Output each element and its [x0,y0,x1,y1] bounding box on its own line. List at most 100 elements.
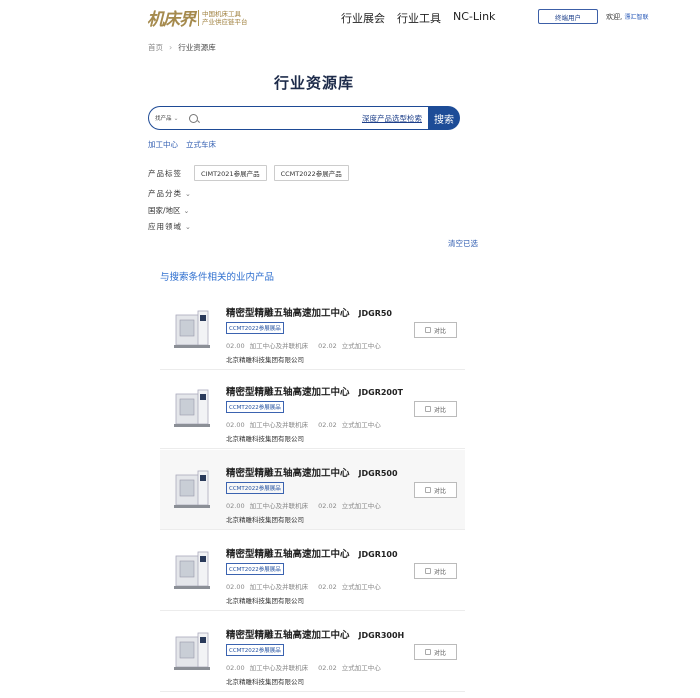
exhibit-badge: CCMT2022参展展品 [226,644,284,656]
product-image[interactable] [170,384,218,432]
chevron-down-icon: ⌄ [173,114,179,122]
product-name[interactable]: 精密型精雕五轴高速加工中心 JDGR500 [226,465,398,479]
filter-label: 应用领域 [148,222,182,231]
product-item[interactable]: 精密型精雕五轴高速加工中心 JDGR50 CCMT2022参展展品 02.00 加工… [160,290,465,370]
chevron-down-icon: ⌄ [183,206,191,215]
terminal-user-button[interactable]: 终端用户 [538,9,598,24]
product-item[interactable]: 精密型精雕五轴高速加工中心 JDGR300H CCMT2022参展展品 02.00… [160,612,465,692]
logo-line2: 产业供应链平台 [202,17,248,26]
product-image[interactable] [170,305,218,353]
compare-button[interactable]: 对比 [414,644,457,660]
site-logo[interactable]: 机床界 中国机床工具 产业供应链平台 [147,5,248,30]
product-name[interactable]: 精密型精雕五轴高速加工中心 JDGR50 [226,305,392,319]
company-name[interactable]: 北京精雕科技集团有限公司 [226,514,304,524]
compare-button[interactable]: 对比 [414,563,457,579]
logo-line1: 中国机床工具 [202,9,241,18]
compare-label: 对比 [433,327,446,335]
logo-text: 中国机床工具 产业供应链平台 [202,10,248,26]
compare-label: 对比 [433,487,446,495]
filter-product-category[interactable]: 产品分类 ⌄ [148,188,192,199]
product-image[interactable] [170,546,218,594]
nav-item-tools[interactable]: 行业工具 [397,10,441,26]
category-name: 加工中心及并联机床 [249,421,309,429]
checkbox-icon [424,487,431,493]
search-category-label: 找产品 [155,116,172,122]
product-categories: 02.00 加工中心及并联机床 02.02 立式加工中心 [226,419,386,429]
search-button[interactable]: 搜索 [428,106,460,130]
category-name: 加工中心及并联机床 [249,583,309,591]
company-name[interactable]: 北京精雕科技集团有限公司 [226,354,304,364]
product-title: 精密型精雕五轴高速加工中心 [226,468,350,479]
logo-divider [198,9,199,26]
main-nav: 行业展会 行业工具 NC-Link [341,10,495,26]
product-title: 精密型精雕五轴高速加工中心 [226,630,350,641]
product-item[interactable]: 精密型精雕五轴高速加工中心 JDGR200T CCMT2022参展展品 02.00… [160,369,465,449]
nav-item-exhibition[interactable]: 行业展会 [341,10,385,26]
filter-label: 产品分类 [148,189,182,198]
category-code: 02.02 [318,583,337,591]
filter-label: 产品标签 [148,168,182,178]
company-name[interactable]: 北京精雕科技集团有限公司 [226,676,304,686]
deep-search-link[interactable]: 深度产品选型检索 [362,113,422,124]
product-image[interactable] [170,465,218,513]
product-name[interactable]: 精密型精雕五轴高速加工中心 JDGR100 [226,546,398,560]
filter-country-region[interactable]: 国家/地区 ⌄ [148,205,190,216]
compare-label: 对比 [433,568,446,576]
product-image[interactable] [170,627,218,675]
compare-button[interactable]: 对比 [414,401,457,417]
username-link[interactable]: 漂汇智联 [624,14,648,21]
checkbox-icon [424,327,431,333]
compare-button[interactable]: 对比 [414,482,457,498]
company-name[interactable]: 北京精雕科技集团有限公司 [226,595,304,605]
category-name: 加工中心及并联机床 [249,342,309,350]
product-item[interactable]: 精密型精雕五轴高速加工中心 JDGR500 CCMT2022参展展品 02.00 加… [160,450,465,530]
product-model: JDGR200T [358,388,404,397]
product-name[interactable]: 精密型精雕五轴高速加工中心 JDGR200T [226,384,403,398]
company-name[interactable]: 北京精雕科技集团有限公司 [226,433,304,443]
chevron-down-icon: ⌄ [185,189,192,198]
product-model: JDGR500 [358,469,398,478]
page-title: 行业资源库 [0,72,628,93]
filter-application-field[interactable]: 应用领域 ⌄ [148,221,192,232]
category-code: 02.00 [226,421,245,429]
category-name: 立式加工中心 [341,664,381,672]
welcome-text: 欢迎, 漂汇智联 [606,12,648,22]
checkbox-icon [424,568,431,574]
category-code: 02.00 [226,502,245,510]
product-model: JDGR100 [358,550,398,559]
category-name: 立式加工中心 [341,583,381,591]
filter-label: 国家/地区 [148,206,181,215]
product-model: JDGR300H [358,631,405,640]
compare-label: 对比 [433,649,446,657]
tag-ccmt2022[interactable]: CCMT2022参展产品 [273,165,349,181]
quick-link-machining-center[interactable]: 加工中心 [148,139,178,150]
exhibit-badge: CCMT2022参展展品 [226,482,284,494]
category-code: 02.02 [318,342,337,350]
product-name[interactable]: 精密型精雕五轴高速加工中心 JDGR300H [226,627,404,641]
clear-filters-link[interactable]: 清空已选 [448,238,478,249]
quick-link-vertical-lathe[interactable]: 立式车床 [186,139,216,150]
nav-item-nclink[interactable]: NC-Link [453,10,495,26]
category-name: 加工中心及并联机床 [249,502,309,510]
category-name: 立式加工中心 [341,502,381,510]
breadcrumb: 首页 › 行业资源库 [148,42,216,53]
exhibit-badge: CCMT2022参展展品 [226,563,284,575]
page-title-text: 行业资源库 [273,74,354,92]
quick-links: 加工中心 立式车床 [148,139,216,150]
tag-cimt2021[interactable]: CIMT2021参展产品 [194,165,267,181]
header: 机床界 中国机床工具 产业供应链平台 行业展会 行业工具 NC-Link 终端用… [0,0,700,34]
compare-label: 对比 [433,406,446,414]
product-categories: 02.00 加工中心及并联机床 02.02 立式加工中心 [226,662,386,672]
compare-button[interactable]: 对比 [414,322,457,338]
search-bar: 找产品 ⌄ 深度产品选型检索 搜索 [148,106,460,130]
chevron-down-icon: ⌄ [185,222,192,231]
product-model: JDGR50 [358,309,392,318]
category-name: 加工中心及并联机床 [249,664,309,672]
category-code: 02.02 [318,502,337,510]
search-category-select[interactable]: 找产品 ⌄ [155,114,179,123]
product-item[interactable]: 精密型精雕五轴高速加工中心 JDGR100 CCMT2022参展展品 02.00 加… [160,531,465,611]
product-title: 精密型精雕五轴高速加工中心 [226,387,350,398]
search-input[interactable] [201,114,362,122]
chevron-right-icon: › [169,43,173,52]
breadcrumb-home[interactable]: 首页 [148,42,163,53]
